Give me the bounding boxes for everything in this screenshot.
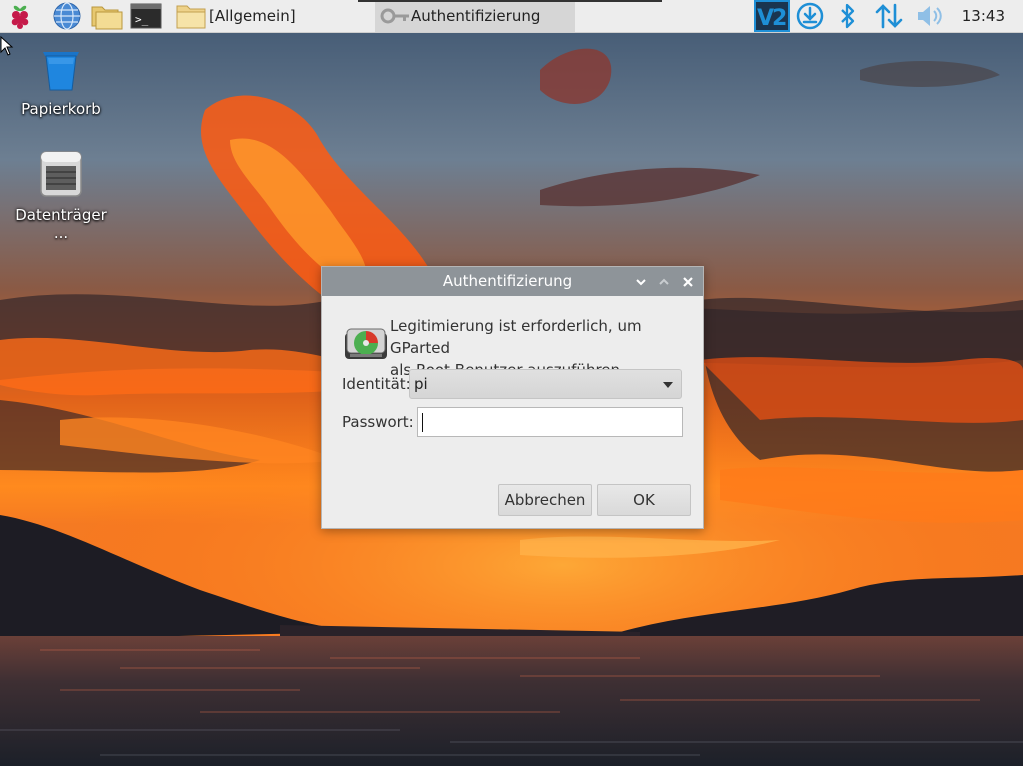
close-icon <box>682 276 693 287</box>
vnc-icon[interactable]: V 2 <box>754 0 790 32</box>
key-icon <box>380 8 409 24</box>
raspberry-menu-icon[interactable] <box>5 0 39 32</box>
password-input[interactable] <box>417 407 683 437</box>
bluetooth-icon[interactable] <box>838 0 862 32</box>
minimize-button[interactable] <box>632 273 649 290</box>
svg-text:>_: >_ <box>135 13 149 26</box>
text-cursor <box>422 413 423 432</box>
desktop-icon-label: Datenträger ... <box>15 206 107 242</box>
gparted-icon <box>345 328 387 359</box>
cancel-button[interactable]: Abbrechen <box>498 484 592 516</box>
authentication-dialog: Authentifizierung Legitimierung ist erfo… <box>321 266 704 529</box>
terminal-icon[interactable]: >_ <box>130 0 162 32</box>
identity-select[interactable]: pi <box>409 369 682 399</box>
desktop-icon-drive[interactable]: Datenträger ... <box>6 150 116 242</box>
identity-label: Identität: <box>342 375 411 393</box>
desktop-icon-label: Papierkorb <box>21 100 101 118</box>
dropdown-arrow-icon <box>663 382 673 388</box>
dialog-message-line: Legitimierung ist erforderlich, um GPart… <box>390 317 642 357</box>
trash-icon <box>43 52 79 91</box>
network-icon[interactable] <box>874 0 906 32</box>
active-window-indicator <box>358 0 662 2</box>
clock[interactable]: 13:43 <box>962 0 1005 32</box>
identity-value: pi <box>414 375 428 393</box>
chevron-down-icon <box>635 278 646 285</box>
password-label: Passwort: <box>342 413 414 431</box>
drive-icon <box>40 151 82 197</box>
taskbar-window-label: [Allgemein] <box>209 7 296 25</box>
taskbar-window-allgemein[interactable]: [Allgemein] <box>175 0 365 32</box>
maximize-button[interactable] <box>655 273 672 290</box>
svg-text:2: 2 <box>772 6 787 31</box>
volume-icon[interactable] <box>914 0 948 32</box>
folder-icon <box>176 5 206 29</box>
update-download-icon[interactable] <box>796 0 826 32</box>
chevron-up-icon <box>658 278 669 285</box>
ok-button[interactable]: OK <box>597 484 691 516</box>
taskbar-window-label: Authentifizierung <box>411 7 541 25</box>
taskbar: >_ [Allgemein] Authentifizierung V 2 13:… <box>0 0 1023 33</box>
file-manager-icon[interactable] <box>90 0 124 32</box>
close-button[interactable] <box>679 273 696 290</box>
dialog-titlebar[interactable]: Authentifizierung <box>322 267 703 296</box>
taskbar-window-authentifizierung[interactable]: Authentifizierung <box>375 0 575 32</box>
desktop-icon-trash[interactable]: Papierkorb <box>6 46 116 118</box>
web-browser-icon[interactable] <box>52 0 84 32</box>
dialog-title: Authentifizierung <box>442 272 573 290</box>
